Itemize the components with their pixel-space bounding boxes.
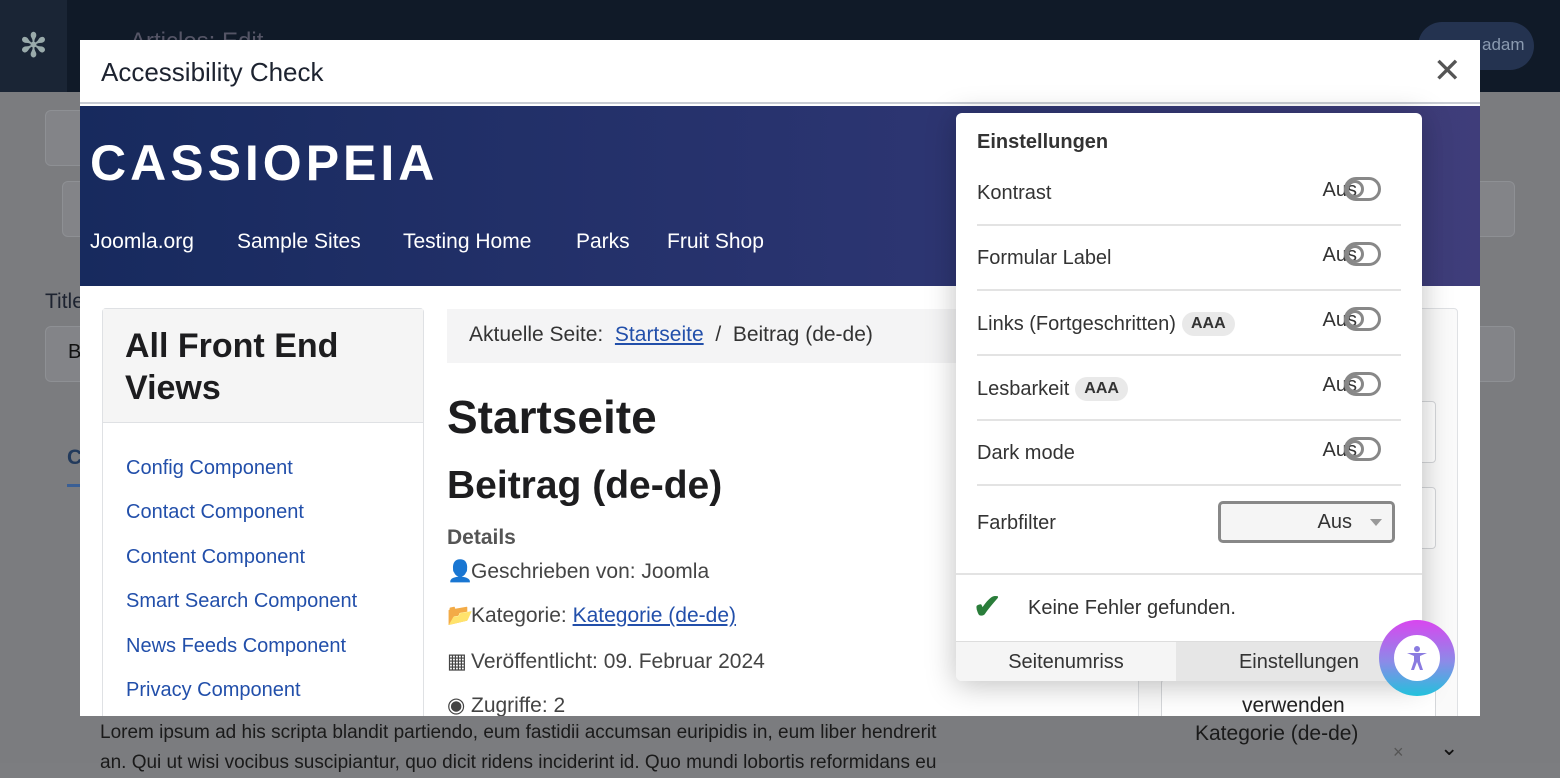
article-hits: ◉ Zugriffe: 2	[447, 694, 566, 716]
dark-mode-toggle[interactable]	[1344, 437, 1381, 461]
setting-readability: Lesbarkeit AAA Aus	[977, 356, 1401, 421]
setting-links-advanced: Links (Fortgeschritten) AAA Aus	[977, 291, 1401, 356]
settings-panel: Einstellungen Kontrast Aus Formular Labe…	[956, 113, 1422, 681]
tab-page-outline[interactable]: Seitenumriss	[956, 641, 1176, 681]
nav-fruit-shop[interactable]: Fruit Shop	[667, 230, 764, 254]
nav-parks[interactable]: Parks	[576, 230, 630, 254]
site-brand[interactable]: CASSIOPEIA	[90, 134, 438, 192]
modal-title: Accessibility Check	[101, 57, 324, 87]
aaa-badge: AAA	[1075, 377, 1128, 401]
article-published: ▦ Veröffentlicht: 09. Februar 2024	[447, 650, 765, 673]
editor-text[interactable]: Lorem ipsum ad his scripta blandit parti…	[100, 718, 1100, 778]
status-message: Keine Fehler gefunden.	[1028, 597, 1236, 619]
accessibility-icon	[1394, 635, 1440, 681]
setting-color-filter: Farbfilter Aus	[977, 486, 1401, 561]
panel-title: Einstellungen	[977, 131, 1109, 153]
page-heading: Startseite	[447, 391, 657, 443]
category-link[interactable]: Kategorie (de-de)	[573, 604, 736, 627]
setting-form-labels: Formular Label Aus	[977, 226, 1401, 291]
status-row: ✔ Keine Fehler gefunden.	[956, 573, 1422, 641]
readability-toggle[interactable]	[1344, 372, 1381, 396]
form-labels-toggle[interactable]	[1344, 242, 1381, 266]
close-icon[interactable]: ✕	[1433, 54, 1462, 88]
nav-testing-home[interactable]: Testing Home	[403, 230, 531, 254]
breadcrumb-home-link[interactable]: Startseite	[615, 323, 704, 346]
sidebar-menu: All Front End Views Config Component Con…	[102, 308, 424, 716]
details-label: Details	[447, 526, 516, 549]
article-title: Beitrag (de-de)	[447, 464, 723, 507]
sidebar-link[interactable]: Contact Component	[126, 501, 304, 524]
article-category: 📂Kategorie: Kategorie (de-de)	[447, 604, 737, 627]
sidebar-link[interactable]: Privacy Component	[126, 679, 301, 702]
category-select-value[interactable]: Kategorie (de-de)	[1195, 722, 1358, 746]
sidebar-title: All Front End Views	[103, 309, 423, 423]
sidebar-link[interactable]: Config Component	[126, 457, 293, 480]
nav-sample-sites[interactable]: Sample Sites	[237, 230, 361, 254]
joomla-logo-icon[interactable]: ✻	[0, 0, 67, 92]
setting-dark-mode: Dark mode Aus	[977, 421, 1401, 486]
eye-icon: ◉	[447, 694, 466, 716]
module-text: verwenden	[1242, 694, 1345, 716]
modal-header: Accessibility Check ✕	[80, 40, 1480, 104]
sidebar-link[interactable]: Content Component	[126, 546, 305, 569]
nav-joomla-org[interactable]: Joomla.org	[90, 230, 194, 254]
setting-contrast: Kontrast Aus	[977, 161, 1401, 226]
contrast-toggle[interactable]	[1344, 177, 1381, 201]
check-icon: ✔	[973, 588, 1002, 626]
color-filter-select[interactable]: Aus	[1218, 501, 1395, 543]
sidebar-link[interactable]: News Feeds Component	[126, 635, 346, 658]
chevron-down-icon[interactable]: ⌄	[1440, 735, 1458, 761]
links-advanced-toggle[interactable]	[1344, 307, 1381, 331]
calendar-icon: ▦	[447, 650, 467, 673]
user-icon: 👤	[447, 560, 474, 583]
breadcrumb-current: Beitrag (de-de)	[732, 323, 873, 346]
aaa-badge: AAA	[1181, 312, 1235, 336]
sidebar-link[interactable]: Smart Search Component	[126, 590, 357, 613]
accessibility-toggle-button[interactable]	[1379, 620, 1455, 696]
remove-icon[interactable]: ×	[1393, 742, 1404, 763]
folder-icon: 📂	[447, 604, 474, 627]
title-label: Title	[45, 290, 84, 313]
article-author: 👤Geschrieben von: Joomla	[447, 560, 710, 583]
